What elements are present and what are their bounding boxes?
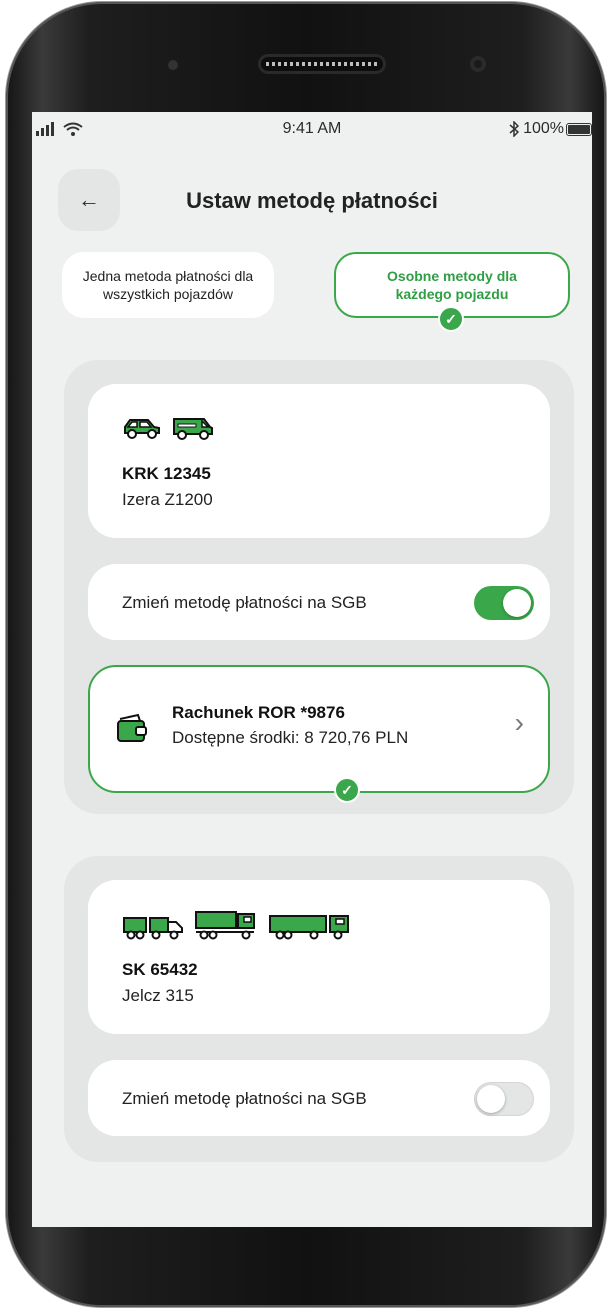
selected-check-icon: ✓ xyxy=(334,777,360,803)
option-single-method[interactable]: Jedna metoda płatności dla wszystkich po… xyxy=(62,252,274,318)
long-truck-icon xyxy=(269,915,349,940)
toggle-knob xyxy=(503,589,531,617)
van-icon xyxy=(173,418,213,440)
toggle-knob xyxy=(477,1085,505,1113)
payment-account-card[interactable]: Rachunek ROR *9876 Dostępne środki: 8 72… xyxy=(88,665,550,793)
vehicle-panel: KRK 12345 Izera Z1200 Zmień metodę płatn… xyxy=(64,360,574,814)
vehicle-icons xyxy=(122,416,214,440)
vehicle-card[interactable]: KRK 12345 Izera Z1200 xyxy=(88,384,550,538)
sgb-toggle-row: Zmień metodę płatności na SGB xyxy=(88,564,550,640)
selected-check-icon: ✓ xyxy=(438,306,464,332)
sgb-toggle-switch[interactable] xyxy=(474,1082,534,1116)
phone-sensor-dot xyxy=(168,60,178,70)
car-icon xyxy=(124,419,160,439)
option-separate-label: Osobne metody dla każdego pojazdu xyxy=(387,268,517,302)
sgb-toggle-label: Zmień metodę płatności na SGB xyxy=(122,1089,367,1108)
battery-icon xyxy=(566,123,592,136)
sgb-toggle-switch[interactable] xyxy=(474,586,534,620)
vehicle-panel: SK 65432 Jelcz 315 Zmień metodę płatnośc… xyxy=(64,856,574,1162)
chevron-right-icon: › xyxy=(514,707,524,738)
sgb-toggle-label: Zmień metodę płatności na SGB xyxy=(122,593,367,612)
vehicle-model: Jelcz 315 xyxy=(122,986,194,1005)
vehicle-model: Izera Z1200 xyxy=(122,490,213,509)
status-bar: 9:41 AM 100% xyxy=(32,112,592,146)
wallet-icon xyxy=(117,713,147,742)
vehicle-card[interactable]: SK 65432 Jelcz 315 xyxy=(88,880,550,1034)
vehicle-icons xyxy=(122,910,350,940)
license-plate: KRK 12345 xyxy=(122,464,211,483)
status-battery-group: 100% xyxy=(509,119,564,138)
license-plate: SK 65432 xyxy=(122,960,198,979)
phone-front-camera xyxy=(470,56,486,72)
sgb-toggle-row: Zmień metodę płatności na SGB xyxy=(88,1060,550,1136)
account-name: Rachunek ROR *9876 xyxy=(172,703,345,722)
bluetooth-icon xyxy=(509,119,519,138)
phone-frame: 9:41 AM 100% ← Ustaw metodę płatności Je… xyxy=(6,2,606,1307)
semi-truck-icon xyxy=(195,911,255,940)
battery-percent: 100% xyxy=(523,120,564,137)
account-balance: Dostępne środki: 8 720,76 PLN xyxy=(172,728,409,747)
option-single-label: Jedna metoda płatności dla wszystkich po… xyxy=(82,268,254,302)
app-screen: 9:41 AM 100% ← Ustaw metodę płatności Je… xyxy=(32,112,592,1227)
phone-speaker xyxy=(258,54,386,74)
page-title: Ustaw metodę płatności xyxy=(186,188,438,213)
truck-trailer-icon xyxy=(123,917,183,940)
